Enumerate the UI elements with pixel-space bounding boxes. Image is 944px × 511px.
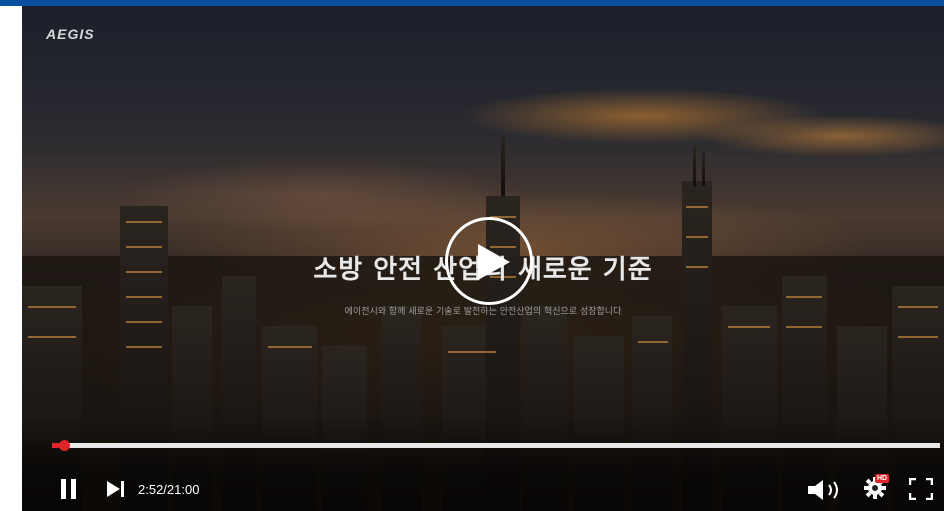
hd-badge: HD bbox=[875, 474, 890, 483]
video-subline: 에이전시와 함께 새로운 기술로 발전하는 안전산업의 혁신으로 성장합니다 bbox=[344, 307, 622, 317]
big-play-button[interactable] bbox=[445, 217, 533, 305]
volume-icon[interactable] bbox=[806, 478, 846, 502]
progress-scrub-handle[interactable] bbox=[59, 440, 71, 451]
skip-next-icon[interactable] bbox=[106, 480, 126, 498]
video-player[interactable]: AEGIS 소방 안전 산업의 새로운 기준 에이전시와 함께 새로운 기술로 … bbox=[22, 6, 944, 511]
brand-logo: AEGIS bbox=[46, 26, 95, 42]
time-display: 2:52/21:00 bbox=[138, 482, 200, 497]
pause-icon[interactable] bbox=[60, 478, 78, 500]
progress-bar[interactable] bbox=[52, 440, 940, 451]
player-controls: 2:52/21:00 HD bbox=[22, 416, 944, 511]
play-icon bbox=[478, 244, 510, 280]
fullscreen-icon[interactable] bbox=[909, 478, 933, 500]
